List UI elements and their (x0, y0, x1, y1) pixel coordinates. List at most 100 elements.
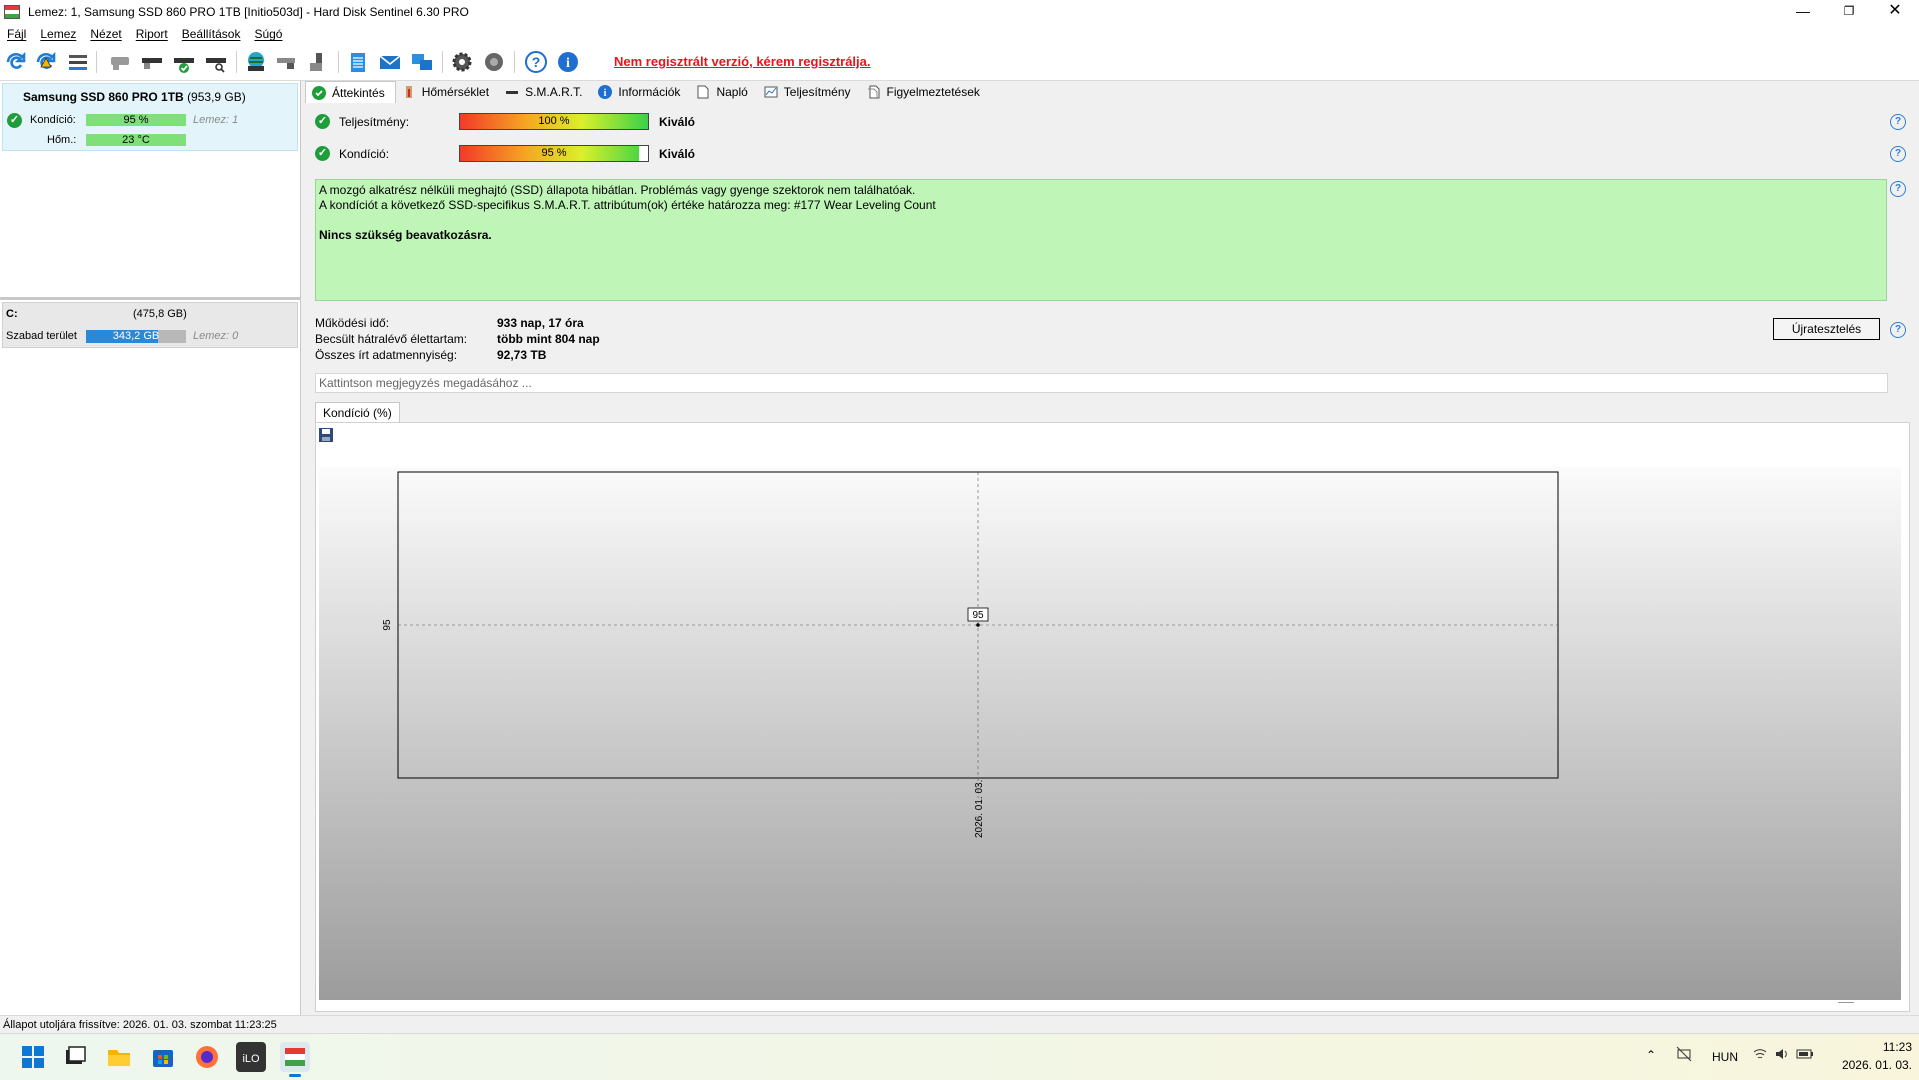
help-icon[interactable]: ? (1890, 181, 1906, 197)
disk-list-icon[interactable] (66, 50, 90, 74)
disk-drive-icon[interactable] (140, 50, 164, 74)
written-value: 92,73 TB (497, 348, 547, 362)
windows-start-icon[interactable] (18, 1042, 48, 1072)
free-space-label: Szabad terület (6, 330, 77, 342)
toolbar-separator (236, 51, 237, 73)
network-disk-icon[interactable] (274, 50, 298, 74)
globe-disk-icon[interactable] (244, 50, 268, 74)
check-icon: ✓ (7, 113, 22, 128)
network-off-icon[interactable] (1676, 1046, 1692, 1065)
performance-label: Teljesítmény: (339, 115, 410, 129)
condition-bar: 95 % (86, 114, 186, 126)
registration-warning-link[interactable]: Nem regisztrált verzió, kérem regisztrál… (614, 54, 871, 69)
disk-list-panel: Samsung SSD 860 PRO 1TB (953,9 GB) ✓ Kon… (0, 81, 301, 1015)
speaker-icon[interactable] (482, 50, 506, 74)
battery-icon[interactable] (1796, 1046, 1814, 1065)
clock-date[interactable]: 2026. 01. 03. (1832, 1058, 1912, 1072)
volume-entry[interactable]: C: (475,8 GB) Szabad terület 343,2 GB Le… (2, 302, 298, 348)
volume-icon[interactable] (1774, 1046, 1790, 1065)
menu-disk[interactable]: Lemez (33, 27, 83, 41)
disk-entry[interactable]: Samsung SSD 860 PRO 1TB (953,9 GB) ✓ Kon… (2, 83, 298, 151)
toolbar: ? i Nem regisztrált verzió, kérem regisz… (0, 44, 1919, 81)
svg-text:iLO: iLO (242, 1053, 260, 1065)
overview-page: ✓ Teljesítmény: 100 % Kiváló ? ✓ Kondíci… (305, 103, 1914, 1015)
check-icon: ✓ (315, 146, 330, 161)
lifetime-value: több mint 804 nap (497, 332, 600, 346)
condition-label: Kondíció: (339, 147, 390, 161)
store-icon[interactable] (148, 1042, 178, 1072)
data-label: 95 (972, 610, 984, 621)
tab-smart[interactable]: S.M.A.R.T. (499, 81, 592, 103)
tab-log[interactable]: Napló (690, 81, 757, 103)
refresh-warning-icon[interactable] (34, 50, 58, 74)
window-title: Lemez: 1, Samsung SSD 860 PRO 1TB [Initi… (28, 5, 469, 19)
data-point (976, 623, 980, 627)
close-icon[interactable]: ✕ (1872, 0, 1918, 24)
menu-settings[interactable]: Beállítások (175, 27, 248, 41)
disk-check-icon[interactable] (172, 50, 196, 74)
panel-splitter[interactable] (0, 297, 300, 300)
temperature-label: Hőm.: (47, 134, 77, 146)
menu-help[interactable]: Súgó (247, 27, 289, 41)
restore-icon[interactable]: ❐ (1826, 0, 1872, 24)
menu-file[interactable]: Fájl (0, 27, 33, 41)
info-icon[interactable]: i (556, 50, 580, 74)
y-tick-label: 95 (382, 619, 393, 631)
performance-bar: 100 % (459, 113, 649, 130)
tab-performance[interactable]: Teljesítmény (758, 81, 861, 103)
volume-disk-index: Lemez: 0 (193, 330, 239, 342)
help-icon[interactable]: ? (524, 50, 548, 74)
help-icon[interactable]: ? (1890, 146, 1906, 162)
file-explorer-window-icon[interactable] (60, 1042, 90, 1072)
refresh-icon[interactable] (4, 50, 28, 74)
clock-time[interactable]: 11:23 (1872, 1040, 1912, 1054)
written-label: Összes írt adatmennyiség: (315, 348, 458, 362)
show-hidden-icons-chevron-up-icon[interactable]: ⌃ (1646, 1048, 1656, 1062)
taskbar: iLO ⌃ HUN 11:23 2026. 01. 03. (0, 1033, 1919, 1080)
menu-bar: Fájl Lemez Nézet Riport Beállítások Súgó (0, 24, 1919, 44)
help-icon[interactable]: ? (1890, 114, 1906, 130)
performance-chart-icon (764, 85, 778, 99)
network-icon[interactable] (410, 50, 434, 74)
log-page-icon (696, 85, 710, 99)
retest-button[interactable]: Újratesztelés (1773, 318, 1880, 340)
chart-tab-condition[interactable]: Kondíció (%) (315, 402, 400, 423)
status-line-2: A kondíciót a következő SSD-specifikus S… (319, 198, 936, 212)
tab-overview[interactable]: Áttekintés (305, 80, 396, 104)
hard-disk-sentinel-app-icon (4, 5, 20, 19)
thermometer-icon (402, 85, 416, 99)
hard-disk-sentinel-icon[interactable] (280, 1042, 310, 1077)
firefox-icon[interactable] (192, 1042, 222, 1072)
svg-text:?: ? (532, 54, 541, 70)
tab-performance-label: Teljesítmény (783, 85, 851, 99)
toolbar-separator (442, 51, 443, 73)
status-line-1: A mozgó alkatrész nélküli meghajtó (SSD)… (319, 183, 916, 197)
tab-warnings[interactable]: Figyelmeztetések (861, 81, 990, 103)
usb-disk-icon[interactable] (306, 50, 330, 74)
ilo-app-icon[interactable]: iLO (236, 1042, 266, 1072)
help-icon[interactable]: ? (1890, 322, 1906, 338)
disk-gray-icon[interactable] (108, 50, 132, 74)
settings-icon[interactable] (450, 50, 474, 74)
note-input[interactable]: Kattintson megjegyzés megadásához ... (315, 373, 1888, 393)
uptime-label: Működési idő: (315, 316, 390, 330)
condition-bar: 95 % (459, 145, 649, 162)
chart-scroll-handle[interactable] (1838, 1002, 1854, 1003)
disk-search-icon[interactable] (204, 50, 228, 74)
condition-chart: 95 2026. 01. 03. 95 (382, 471, 1559, 838)
tab-information-label: Információk (618, 85, 681, 99)
minimize-icon[interactable]: — (1780, 0, 1826, 24)
wifi-icon[interactable] (1752, 1046, 1768, 1065)
folder-icon[interactable] (104, 1042, 134, 1072)
tab-temperature[interactable]: Hőmérséklet (396, 81, 499, 103)
menu-report[interactable]: Riport (129, 27, 175, 41)
mail-icon[interactable] (378, 50, 402, 74)
language-indicator[interactable]: HUN (1712, 1050, 1738, 1064)
tab-warnings-label: Figyelmeztetések (886, 85, 980, 99)
smart-disk-icon (505, 85, 519, 99)
menu-view[interactable]: Nézet (83, 27, 128, 41)
tab-information[interactable]: i Információk (592, 81, 690, 103)
volume-letter: C: (6, 308, 18, 320)
status-bar: Állapot utoljára frissítve: 2026. 01. 03… (0, 1015, 1919, 1033)
notepad-icon[interactable] (346, 50, 370, 74)
